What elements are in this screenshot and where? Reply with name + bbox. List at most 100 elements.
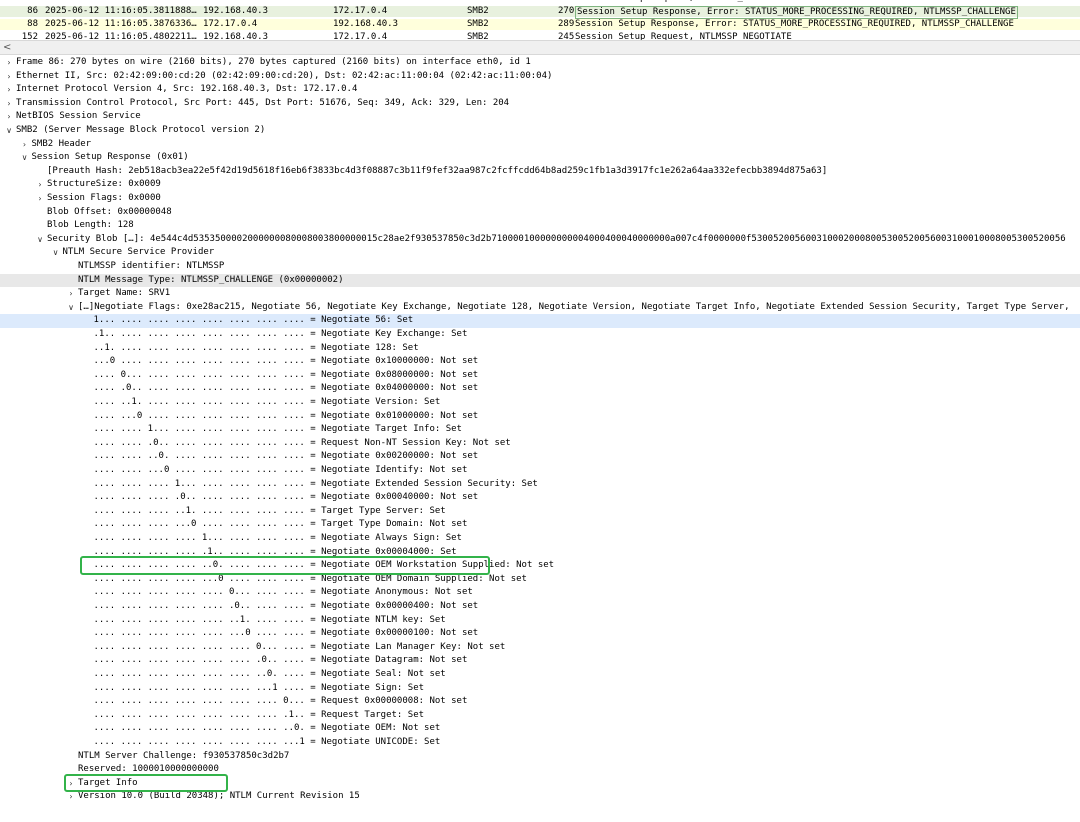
detail-text: Blob Offset: 0x00000048 [47, 206, 172, 217]
detail-row[interactable]: › StructureSize: 0x0009 [0, 178, 1080, 192]
detail-row[interactable]: .... 0... .... .... .... .... .... .... … [0, 369, 1080, 383]
collapse-icon[interactable]: ∨ [4, 124, 14, 138]
detail-row[interactable]: .... .... 1... .... .... .... .... .... … [0, 423, 1080, 437]
detail-text: .... .... .... .... .... ...0 .... .... … [93, 628, 479, 639]
detail-text: .... .... .0.. .... .... .... .... .... … [93, 437, 511, 448]
packet-row[interactable]: 85 2025-06-12 11:16:05.3805580… 172.17.0.4… [0, 0, 1080, 4]
detail-text: Internet Protocol Version 4, Src: 192.16… [16, 84, 358, 95]
detail-text: Frame 86: 270 bytes on wire (2160 bits),… [16, 57, 531, 67]
packet-proto-cell: SMB2 [467, 19, 489, 29]
detail-row[interactable]: .... .... .... .... .... .... ..0. .... … [0, 668, 1080, 682]
detail-row[interactable]: .... .... .... ..1. .... .... .... .... … [0, 505, 1080, 519]
packet-dst-cell: 192.168.40.3 [333, 19, 399, 29]
packet-dst-cell: 172.17.0.4 [333, 32, 388, 40]
collapse-icon[interactable]: ∨ [66, 301, 76, 315]
detail-row[interactable]: ∨ Security Blob […]: 4e544c4d535350000200… [0, 233, 1080, 247]
detail-row[interactable]: .... .... .... .... .... .... .... 0... … [0, 695, 1080, 709]
detail-row[interactable]: .... .... .... ...0 .... .... .... .... … [0, 518, 1080, 532]
detail-row[interactable]: 1... .... .... .... .... .... .... .... … [0, 314, 1080, 328]
packet-len-cell: 270 [558, 6, 575, 16]
collapse-icon[interactable]: ∨ [51, 246, 61, 260]
detail-row[interactable]: › NetBIOS Session Service [0, 110, 1080, 124]
expand-icon[interactable]: › [35, 192, 45, 206]
detail-row[interactable]: › SMB2 Header [0, 138, 1080, 152]
packet-row[interactable]: 88 2025-06-12 11:16:05.3876336… 172.17.0.4… [0, 19, 1080, 30]
detail-row[interactable]: [Preauth Hash: 2eb518acb3ea22e5f42d19d56… [0, 165, 1080, 179]
detail-row[interactable]: Blob Offset: 0x00000048 [0, 206, 1080, 220]
detail-row[interactable]: NTLM Server Challenge: f930537850c3d2b7 [0, 750, 1080, 764]
detail-row[interactable]: › Version 10.0 (Build 20348); NTLM Curren… [0, 790, 1080, 804]
scroll-left-icon[interactable]: < [3, 41, 11, 54]
collapse-icon[interactable]: ∨ [20, 151, 30, 165]
expand-icon[interactable]: › [66, 790, 76, 804]
expand-icon[interactable]: › [66, 287, 76, 301]
detail-row[interactable]: .... ..1. .... .... .... .... .... .... … [0, 396, 1080, 410]
expand-icon[interactable]: › [4, 97, 14, 111]
detail-row[interactable]: .... .... .... .... .... .... 0... .... … [0, 641, 1080, 655]
detail-row[interactable]: Blob Length: 128 [0, 219, 1080, 233]
detail-text: ...0 .... .... .... .... .... .... .... … [93, 356, 479, 367]
detail-row[interactable]: .... .... .... .... .... .... .... ..0. … [0, 722, 1080, 736]
detail-row[interactable]: .... .... .... .... 1... .... .... .... … [0, 532, 1080, 546]
detail-row[interactable]: .... .... ..0. .... .... .... .... .... … [0, 450, 1080, 464]
detail-text: .... .... .... ...0 .... .... .... .... … [93, 519, 468, 530]
detail-row[interactable]: › Frame 86: 270 bytes on wire (2160 bits)… [0, 56, 1080, 70]
horizontal-scrollbar[interactable]: < [0, 40, 1080, 55]
detail-row[interactable]: ..1. .... .... .... .... .... .... .... … [0, 342, 1080, 356]
packet-dst-cell: 192.168.40.3 [333, 0, 398, 4]
detail-row[interactable]: NTLM Message Type: NTLMSSP_CHALLENGE (0x… [0, 273, 1080, 288]
green-highlight-box [64, 773, 228, 793]
expand-icon[interactable]: › [4, 56, 14, 70]
detail-text: .... .... .... .... 1... .... .... .... … [93, 533, 462, 543]
detail-text: .... .... .... .... .... ..1. .... .... … [93, 614, 446, 625]
packet-proto-cell: SMB2 [467, 32, 489, 40]
detail-text: .... .... .... .... ...0 .... .... .... … [93, 573, 527, 584]
packet-len-cell: 289 [558, 19, 575, 29]
detail-row[interactable]: .... .... .... .... ...0 .... .... .... … [0, 573, 1080, 587]
detail-text: SMB2 Header [31, 138, 92, 149]
detail-row[interactable]: .... .... .... .... .... .... .... .1.. … [0, 709, 1080, 723]
detail-row[interactable]: › Transmission Control Protocol, Src Port… [0, 97, 1080, 111]
detail-text: .... .... .... .... .... .... .... ..0. … [93, 723, 441, 734]
detail-row[interactable]: › Internet Protocol Version 4, Src: 192.1… [0, 83, 1080, 97]
packet-proto-cell: SMB2 [467, 0, 489, 4]
detail-row[interactable]: .1.. .... .... .... .... .... .... .... … [0, 328, 1080, 342]
detail-row[interactable]: .... .... .... .0.. .... .... .... .... … [0, 491, 1080, 505]
packet-time-cell: 2025-06-12 11:16:05.4802211… [45, 32, 197, 40]
detail-text: .... .... ...0 .... .... .... .... .... … [93, 465, 468, 475]
detail-row[interactable]: ∨ NTLM Secure Service Provider [0, 246, 1080, 260]
detail-row[interactable]: .... .... .... .... .... .0.. .... .... … [0, 600, 1080, 614]
detail-text: .... .... ..0. .... .... .... .... .... … [93, 451, 479, 462]
detail-row[interactable]: ...0 .... .... .... .... .... .... .... … [0, 355, 1080, 369]
detail-row[interactable]: .... ...0 .... .... .... .... .... .... … [0, 410, 1080, 424]
detail-row[interactable]: .... .... .... .... .... ...0 .... .... … [0, 627, 1080, 641]
packet-row[interactable]: 152 2025-06-12 11:16:05.4802211… 192.168.4… [0, 32, 1080, 40]
detail-row[interactable]: .... .... .... .... .... .... .0.. .... … [0, 654, 1080, 668]
detail-row[interactable]: NTLMSSP identifier: NTLMSSP [0, 260, 1080, 274]
detail-row[interactable]: › Session Flags: 0x0000 [0, 192, 1080, 206]
detail-row[interactable]: ∨ SMB2 (Server Message Block Protocol ver… [0, 124, 1080, 138]
collapse-icon[interactable]: ∨ [35, 233, 45, 247]
packet-info-cell: Session Setup Request, NTLMSSP_NEGOTIATE [575, 32, 792, 40]
detail-row[interactable]: ∨ Session Setup Response (0x01) [0, 151, 1080, 165]
detail-row[interactable]: .... .... .0.. .... .... .... .... .... … [0, 437, 1080, 451]
detail-row[interactable]: .... .... .... .... .... 0... .... .... … [0, 586, 1080, 600]
expand-icon[interactable]: › [35, 178, 45, 192]
detail-row[interactable]: .... .... .... 1... .... .... .... .... … [0, 478, 1080, 492]
packet-time-cell: 2025-06-12 11:16:05.3811888… [45, 6, 197, 16]
detail-row[interactable]: .... .... .... .... .... .... .... ...1 … [0, 736, 1080, 750]
expand-icon[interactable]: › [20, 138, 30, 152]
detail-row[interactable]: › Target Name: SRV1 [0, 287, 1080, 301]
expand-icon[interactable]: › [4, 110, 14, 124]
expand-icon[interactable]: › [4, 83, 14, 97]
expand-icon[interactable]: › [4, 70, 14, 84]
detail-row[interactable]: ∨ […]Negotiate Flags: 0xe28ac215, Negotia… [0, 301, 1080, 315]
detail-row[interactable]: .... .0.. .... .... .... .... .... .... … [0, 382, 1080, 396]
detail-row[interactable]: .... .... ...0 .... .... .... .... .... … [0, 464, 1080, 478]
detail-row[interactable]: .... .... .... .... .... ..1. .... .... … [0, 614, 1080, 628]
packet-row[interactable]: 86 2025-06-12 11:16:05.3811888… 192.168.40… [0, 6, 1080, 19]
packet-proto-cell: SMB2 [467, 6, 489, 16]
detail-row[interactable]: .... .... .... .... .... .... ...1 .... … [0, 682, 1080, 696]
detail-text: .1.. .... .... .... .... .... .... .... … [93, 329, 468, 339]
detail-row[interactable]: › Ethernet II, Src: 02:42:09:00:cd:20 (02… [0, 70, 1080, 84]
